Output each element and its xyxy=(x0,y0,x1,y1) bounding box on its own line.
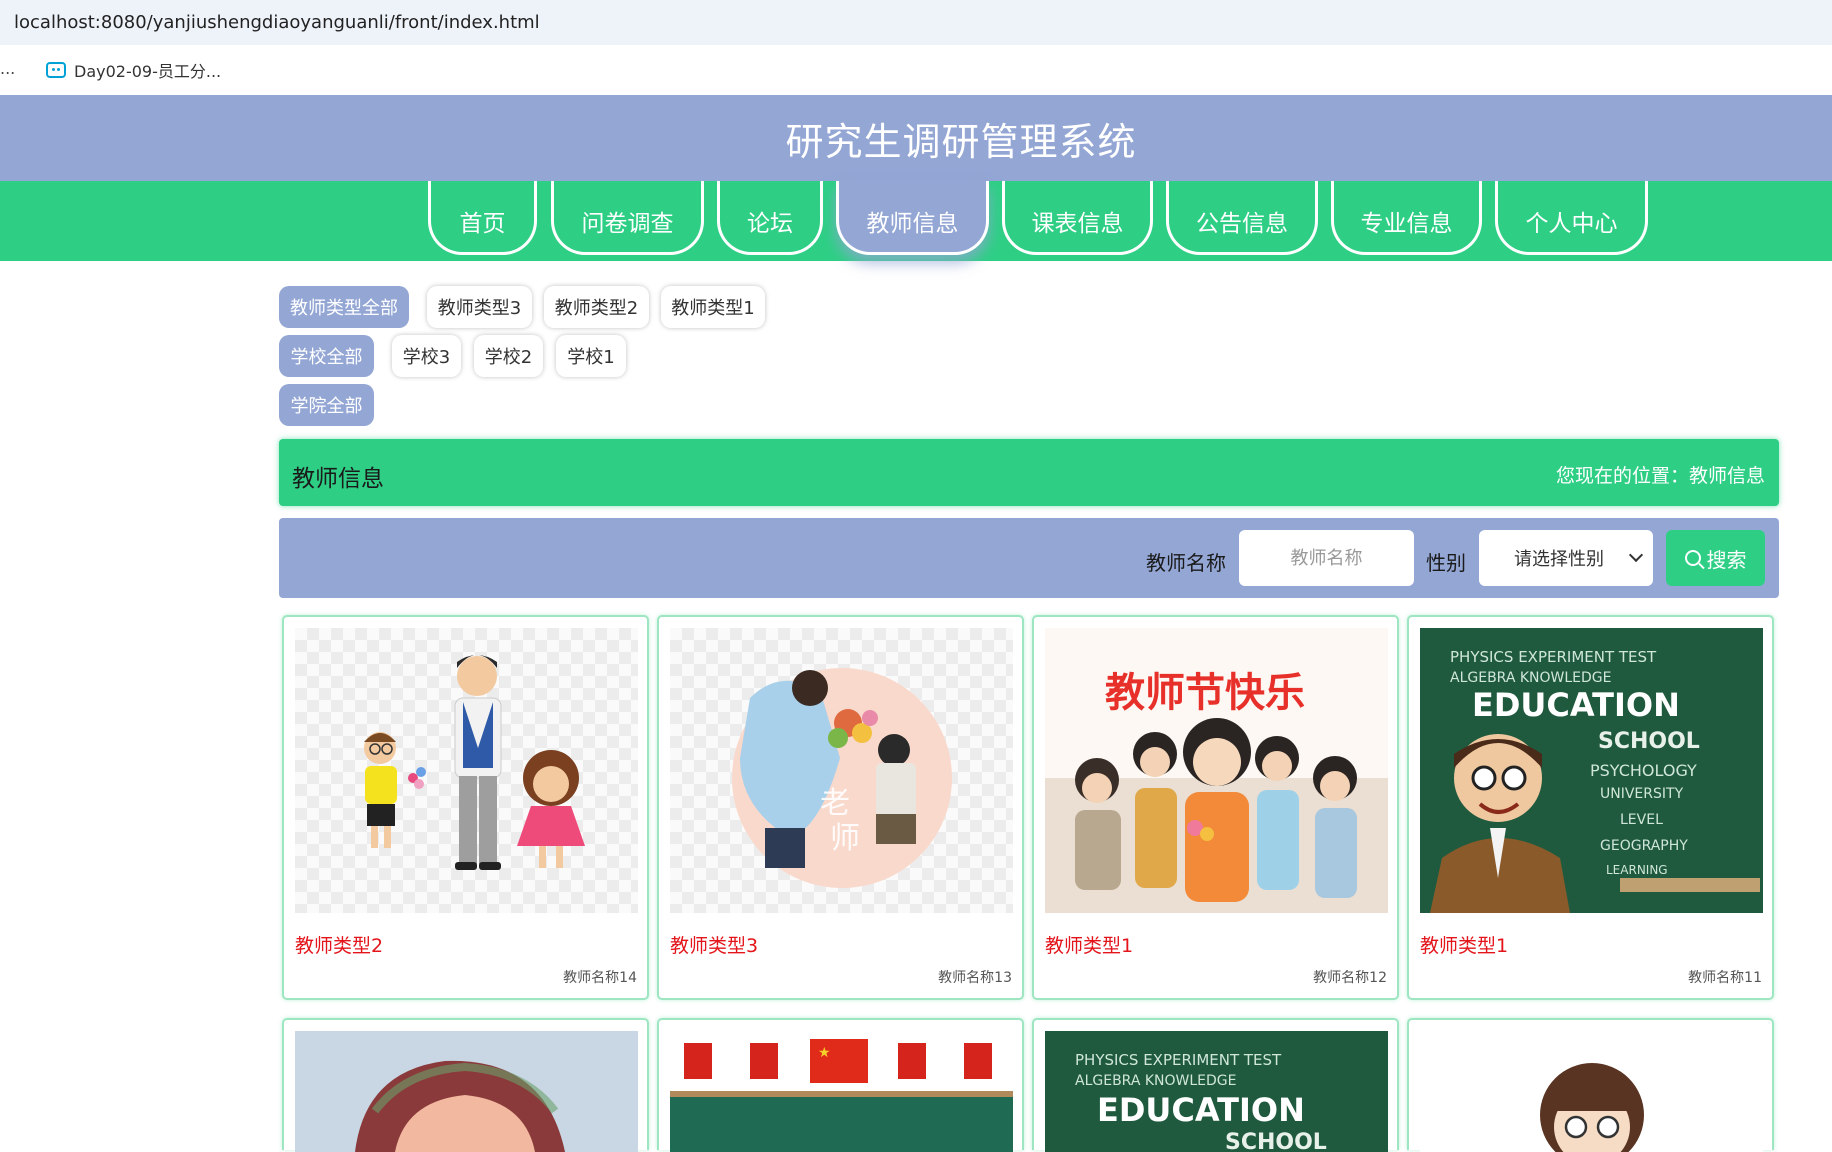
teacher-name: 教师名称14 xyxy=(563,970,637,986)
filter-teacher-type-2[interactable]: 教师类型2 xyxy=(544,286,649,328)
nav-tab-schedule[interactable]: 课表信息 xyxy=(1002,181,1153,255)
nav-tab-forum[interactable]: 论坛 xyxy=(717,181,823,255)
teacher-image xyxy=(295,1031,638,1152)
nav-tab-teacher-info[interactable]: 教师信息 xyxy=(836,181,989,255)
teacher-type: 教师类型3 xyxy=(670,935,759,957)
section-header: 教师信息 您现在的位置：教师信息 xyxy=(279,439,1779,506)
teacher-type: 教师类型2 xyxy=(295,935,384,957)
svg-text:UNIVERSITY: UNIVERSITY xyxy=(1600,786,1684,802)
filter-college-all[interactable]: 学院全部 xyxy=(279,384,374,426)
browser-address-bar[interactable]: localhost:8080/yanjiushengdiaoyanguanli/… xyxy=(0,0,1832,45)
filter-school-1[interactable]: 学校1 xyxy=(556,335,626,377)
teacher-name: 教师名称11 xyxy=(1688,970,1762,986)
svg-text:师: 师 xyxy=(830,821,860,856)
nav-tab-majors[interactable]: 专业信息 xyxy=(1331,181,1482,255)
image-caption: EDUCATION xyxy=(1472,686,1680,724)
search-icon xyxy=(1684,550,1701,566)
svg-text:ALGEBRA KNOWLEDGE: ALGEBRA KNOWLEDGE xyxy=(1450,670,1612,686)
section-title: 教师信息 xyxy=(292,466,384,492)
search-button-label: 搜索 xyxy=(1706,547,1747,572)
teacher-name-label: 教师名称 xyxy=(1146,551,1226,575)
image-caption: EDUCATION xyxy=(1097,1091,1305,1129)
svg-text:SCHOOL: SCHOOL xyxy=(1598,729,1700,754)
teacher-image xyxy=(295,628,638,913)
search-button[interactable]: 搜索 xyxy=(1666,530,1765,586)
teacher-card[interactable]: ★ xyxy=(657,1018,1024,1152)
svg-text:老: 老 xyxy=(820,786,850,821)
url-text[interactable]: localhost:8080/yanjiushengdiaoyanguanli/… xyxy=(14,12,540,33)
teacher-card[interactable] xyxy=(282,1018,649,1152)
svg-text:GEOGRAPHY: GEOGRAPHY xyxy=(1600,838,1688,854)
svg-text:PHYSICS EXPERIMENT TEST: PHYSICS EXPERIMENT TEST xyxy=(1450,648,1657,666)
teacher-type: 教师类型1 xyxy=(1045,935,1134,957)
svg-text:PSYCHOLOGY: PSYCHOLOGY xyxy=(1590,761,1697,780)
teacher-name: 教师名称13 xyxy=(938,970,1012,986)
teacher-image: PHYSICS EXPERIMENT TEST ALGEBRA KNOWLEDG… xyxy=(1045,1031,1388,1152)
teacher-image: PHYSICS EXPERIMENT TEST ALGEBRA KNOWLEDG… xyxy=(1420,628,1763,913)
main-nav: 首页 问卷调查 论坛 教师信息 课表信息 公告信息 专业信息 个人中心 xyxy=(0,181,1832,261)
teacher-type: 教师类型1 xyxy=(1420,935,1509,957)
teacher-image: 老 师 xyxy=(670,628,1013,913)
filter-teacher-type-3[interactable]: 教师类型3 xyxy=(427,286,532,328)
nav-tab-personal-center[interactable]: 个人中心 xyxy=(1495,181,1648,255)
bilibili-icon xyxy=(46,62,66,78)
teacher-image: 教师节快乐 xyxy=(1045,628,1388,913)
bookmark-label: Day02-09-员工分... xyxy=(74,62,222,81)
teacher-name: 教师名称12 xyxy=(1313,970,1387,986)
svg-text:LEARNING: LEARNING xyxy=(1606,863,1668,877)
nav-tab-questionnaire[interactable]: 问卷调查 xyxy=(551,181,704,255)
svg-text:PHYSICS EXPERIMENT TEST: PHYSICS EXPERIMENT TEST xyxy=(1075,1051,1282,1069)
nav-tab-home[interactable]: 首页 xyxy=(428,181,537,255)
filter-school-2[interactable]: 学校2 xyxy=(474,335,543,377)
teacher-card[interactable]: 老 师 教师类型3 教师名称13 xyxy=(657,615,1024,1000)
gender-label: 性别 xyxy=(1426,551,1466,575)
svg-text:ALGEBRA KNOWLEDGE: ALGEBRA KNOWLEDGE xyxy=(1075,1073,1237,1089)
bookmarks-bar: ... Day02-09-员工分... xyxy=(0,45,1832,95)
teacher-image xyxy=(1420,1031,1763,1152)
filter-teacher-type-all[interactable]: 教师类型全部 xyxy=(279,286,409,328)
svg-text:SCHOOL: SCHOOL xyxy=(1225,1130,1327,1152)
gender-select-value: 请选择性别 xyxy=(1514,549,1604,570)
nav-tab-announcements[interactable]: 公告信息 xyxy=(1166,181,1318,255)
chevron-down-icon xyxy=(1628,547,1644,563)
bookmark-item[interactable]: Day02-09-员工分... xyxy=(46,58,221,82)
breadcrumb: 您现在的位置：教师信息 xyxy=(1555,465,1765,487)
teacher-card[interactable]: PHYSICS EXPERIMENT TEST ALGEBRA KNOWLEDG… xyxy=(1407,615,1774,1000)
teacher-card[interactable]: 教师类型2 教师名称14 xyxy=(282,615,649,1000)
svg-text:★: ★ xyxy=(818,1045,831,1061)
filter-teacher-type-1[interactable]: 教师类型1 xyxy=(661,286,765,328)
gender-select[interactable]: 请选择性别 xyxy=(1479,530,1653,586)
filter-school-all[interactable]: 学校全部 xyxy=(279,335,374,377)
search-bar: 教师名称 性别 请选择性别 搜索 xyxy=(279,518,1779,598)
teacher-card[interactable]: PHYSICS EXPERIMENT TEST ALGEBRA KNOWLEDG… xyxy=(1032,1018,1399,1152)
teacher-card[interactable]: 教师节快乐 教师类型1 教师名称12 xyxy=(1032,615,1399,1000)
image-caption: 教师节快乐 xyxy=(1105,670,1305,716)
bookmark-overflow[interactable]: ... xyxy=(0,59,15,78)
teacher-name-input[interactable] xyxy=(1239,530,1414,586)
teacher-card[interactable] xyxy=(1407,1018,1774,1152)
teacher-image: ★ xyxy=(670,1031,1013,1152)
svg-text:LEVEL: LEVEL xyxy=(1620,812,1663,828)
filter-school-3[interactable]: 学校3 xyxy=(392,335,461,377)
site-title: 研究生调研管理系统 xyxy=(785,119,1137,164)
site-header: 研究生调研管理系统 xyxy=(0,95,1832,181)
